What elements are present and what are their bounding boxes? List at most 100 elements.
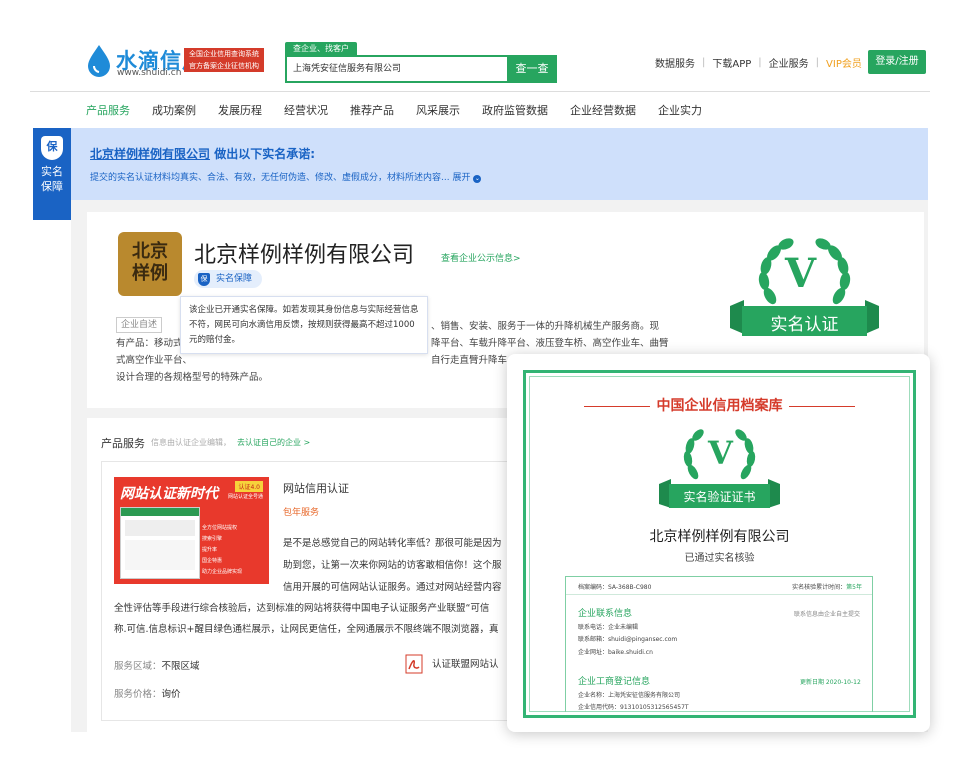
promo-list: 全方位网站提权 搜索引擎 提升率 国企特惠 助力企业品牌实现 <box>202 523 242 578</box>
certify-own-company-link[interactable]: 去认证自己的企业 > <box>237 437 310 448</box>
divider: | <box>815 57 820 68</box>
login-register-button[interactable]: 登录/注册 <box>868 50 926 74</box>
guarantee-tooltip: 该企业已开通实名保障。如若发现其身份信息与实际经营信息不符，网民可向水滴信用反馈… <box>180 296 428 354</box>
nav-business-data[interactable]: 企业经营数据 <box>570 102 636 118</box>
archive-number: 档案编码：SA-368B-C980 <box>578 584 652 591</box>
promo-item: 全方位网站提权 <box>202 525 238 531</box>
service-area-value: 不限区域 <box>161 661 200 672</box>
emblem-letter: V <box>785 250 817 297</box>
nav-operation-status[interactable]: 经营状况 <box>284 102 328 118</box>
public-info-link[interactable]: 查看企业公示信息> <box>441 251 521 264</box>
service-price-value: 询价 <box>161 689 181 700</box>
chevron-down-icon[interactable]: ⌄ <box>473 175 482 183</box>
banner-company-link[interactable]: 北京样例样例有限公司 <box>90 147 210 161</box>
registry-section-title: 企业工商登记信息 <box>578 677 651 687</box>
company-desc-line1: 、销售、安装、服务于一体的升降机械生产服务商。现 <box>431 321 660 332</box>
real-name-badge[interactable]: 保 实名保障 <box>194 270 263 288</box>
company-logo-line-2: 样例 <box>132 263 168 284</box>
product-section-title: 产品服务 <box>101 437 145 450</box>
divider: | <box>758 57 762 68</box>
nav-showcase[interactable]: 风采展示 <box>416 102 460 118</box>
company-desc-line2-tail: 降平台、车载升降平台、液压登车桥、高空作业车、曲臂 <box>431 338 669 349</box>
certificate-company: 北京样例样例有限公司 <box>649 529 790 545</box>
banner-title-rest: 做出以下实名承诺: <box>214 147 316 161</box>
link-enterprise-service[interactable]: 企业服务 <box>769 55 809 70</box>
product-tag: 包年服务 <box>283 508 320 518</box>
logo-url: www.shuidi.cn <box>117 68 182 78</box>
company-logo-line-1: 北京 <box>132 241 168 262</box>
registry-credit-code: 企业信用代码：913101053125654​57T <box>578 704 689 711</box>
promo-item: 提升率 <box>202 547 218 553</box>
company-name: 北京样例样例有限公司 <box>194 243 415 268</box>
contact-email: 联系邮箱：shuidi@pingansec.com <box>578 636 678 643</box>
verified-duration-value: 第5年 <box>846 584 862 591</box>
expand-link[interactable]: 展开 <box>452 173 470 183</box>
promo-item: 助力企业品牌实现 <box>202 569 243 575</box>
promo-badge: 认证4.0 <box>235 481 263 492</box>
contact-section-title: 企业联系信息 <box>578 609 633 619</box>
nav-recommended-products[interactable]: 推荐产品 <box>350 102 394 118</box>
contact-website: 企业网址：baike.shuidi.cn <box>578 649 653 656</box>
certificate-letter: V <box>708 434 733 472</box>
contact-phone: 联系电话：企业未编辑 <box>578 624 639 631</box>
badge-line-1: 实名 <box>41 165 63 178</box>
promo-title: 网站认证新时代 <box>120 486 218 502</box>
nav-strength[interactable]: 企业实力 <box>658 102 702 118</box>
service-area-label: 服务区域： <box>114 661 162 672</box>
banner-title: 北京样例样例有限公司 做出以下实名承诺: <box>90 145 315 162</box>
service-area: 服务区域：不限区域 <box>114 658 200 672</box>
product-name[interactable]: 网站信用认证 <box>283 480 349 496</box>
promo-subtitle: 网站认证全号通 <box>227 494 263 500</box>
registry-update-date: 更新日期 2020-10-12 <box>800 679 861 686</box>
search-input[interactable]: 上海凭安征信服务有限公司 <box>285 55 511 83</box>
contact-note: 联系信息由企业自主提交 <box>794 611 861 618</box>
link-data-service[interactable]: 数据服务 <box>655 55 695 70</box>
main-nav: 产品服务 成功案例 发展历程 经营状况 推荐产品 风采展示 政府监管数据 企业经… <box>86 102 724 118</box>
pdf-document-link[interactable]: 认证联盟网站认 <box>432 656 499 670</box>
link-download-app[interactable]: 下载APP <box>712 55 751 70</box>
certificate-ribbon: 实名验证证书 <box>683 490 756 504</box>
top-links: 数据服务 | 下载APP | 企业服务 | VIP会员 <box>655 55 862 70</box>
company-desc-line4: 设计合理的各规格型号的特殊产品。 <box>116 372 269 383</box>
logo-tagline-1: 全国企业信用查询系统 <box>189 50 259 58</box>
pdf-icon[interactable] <box>405 654 423 674</box>
real-name-badge-label: 实名保障 <box>216 274 253 284</box>
product-desc-line5: 称.可信.信息标识+醒目绿色通栏展示，让网民更信任，全网通展示不限终端不限浏览器… <box>114 624 499 635</box>
verified-duration: 实名核验累计时间：第5年 <box>792 582 862 591</box>
service-price-label: 服务价格： <box>114 689 162 700</box>
product-desc-line1: 是不是总感觉自己的网站转化率低？那很可能是因为 <box>283 538 502 549</box>
search-tab[interactable]: 查企业、找客户 <box>285 42 357 56</box>
shield-icon: 保 <box>198 272 210 286</box>
registry-company-name: 企业名称：上海凭安征信服务有限公司 <box>578 692 681 699</box>
promo-item: 国企特惠 <box>202 558 223 564</box>
nav-success-cases[interactable]: 成功案例 <box>152 102 196 118</box>
water-drop-logo-icon <box>88 45 110 77</box>
nav-product-service[interactable]: 产品服务 <box>86 102 130 118</box>
search-button[interactable]: 查一查 <box>507 55 557 83</box>
emblem-text: 实名认证 <box>770 315 839 335</box>
info-divider <box>566 594 872 595</box>
banner-subtitle: 提交的实名认证材料均真实、合法、有效，无任何伪造、修改、虚假成分，材料所述内容.… <box>90 170 482 183</box>
shield-icon: 保 <box>41 136 63 160</box>
product-desc-line4: 全性评估等手段进行综合核验后，达到标准的网站将获得中国电子认证服务产业联盟“可信 <box>114 603 490 614</box>
product-desc-line3: 信用开展的可信网站认证服务。通过对网站经营内容 <box>283 582 502 593</box>
logo-tagline: 全国企业信用查询系统 官方备案企业征信机构 <box>184 48 264 72</box>
header-divider <box>30 91 930 92</box>
promo-image[interactable]: 网站认证新时代 认证4.0 网站认证全号通 全方位网站提权 搜索引擎 提升率 国… <box>114 477 269 584</box>
product-desc-line2: 助到您，让第一次来你网站的访客敢相信你！这个服 <box>283 560 502 571</box>
link-vip[interactable]: VIP会员 <box>826 55 862 70</box>
commitment-banner <box>71 128 928 200</box>
logo-tagline-2: 官方备案企业征信机构 <box>189 62 259 70</box>
divider: | <box>702 57 706 68</box>
nav-gov-regulation[interactable]: 政府监管数据 <box>482 102 548 118</box>
certificate-archive-row: 档案编码：SA-368B-C980 实名核验累计时间：第5年 <box>578 582 862 591</box>
company-logo: 北京 样例 <box>118 232 182 296</box>
self-description-tag: 企业自述 <box>116 317 163 333</box>
promo-screenshot <box>120 507 200 579</box>
product-section-hint: 信息由认证企业编辑， <box>151 438 231 447</box>
nav-history[interactable]: 发展历程 <box>218 102 262 118</box>
verified-duration-label: 实名核验累计时间： <box>792 584 847 591</box>
company-desc-line2-head: 有产品：移动式 <box>116 338 183 349</box>
company-desc-line3-head: 式高空作业平台、 <box>116 355 193 366</box>
service-price: 服务价格：询价 <box>114 686 181 700</box>
